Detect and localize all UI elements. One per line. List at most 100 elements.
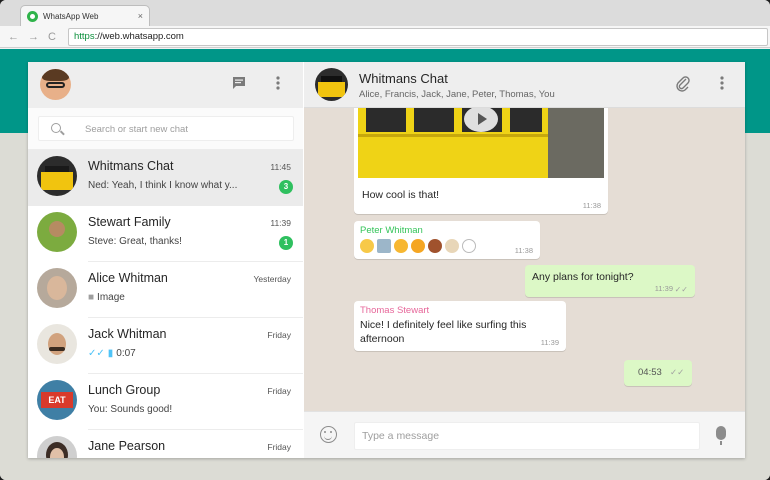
chat-time: Friday bbox=[267, 386, 291, 396]
eat-sign: EAT bbox=[41, 392, 73, 408]
chat-time: Friday bbox=[267, 330, 291, 340]
chat-time: Yesterday bbox=[253, 274, 292, 284]
chat-name: Stewart Family bbox=[88, 215, 171, 229]
conversation-members: Alice, Francis, Jack, Jane, Peter, Thoma… bbox=[359, 89, 555, 100]
chat-name: Lunch Group bbox=[88, 383, 161, 397]
heart-eyes-icon bbox=[394, 239, 408, 253]
chat-item-alice[interactable]: Alice Whitman Yesterday ■ Image bbox=[28, 262, 303, 318]
tab-title: WhatsApp Web bbox=[43, 11, 99, 21]
voice-duration: 04:53 bbox=[638, 367, 662, 378]
chat-preview: Ned: Yeah, I think I know what y... bbox=[88, 180, 238, 191]
close-tab-icon[interactable]: × bbox=[138, 11, 143, 21]
tram-icon bbox=[377, 239, 391, 253]
message-time: 11:39 bbox=[540, 338, 559, 347]
emoji-message[interactable]: Peter Whitman 11:38 bbox=[354, 221, 540, 259]
avatar bbox=[37, 324, 77, 364]
sidebar-header bbox=[28, 62, 303, 108]
browser-tab[interactable]: WhatsApp Web × bbox=[20, 5, 150, 26]
attach-icon[interactable] bbox=[674, 76, 692, 94]
chat-preview: Steve: Great, thanks! bbox=[88, 236, 182, 247]
search-icon bbox=[51, 123, 61, 133]
chat-list: Whitmans Chat 11:45 Ned: Yeah, I think I… bbox=[28, 150, 303, 458]
message-sender: Thomas Stewart bbox=[360, 305, 430, 316]
whatsapp-app: Whitmans Chat 11:45 Ned: Yeah, I think I… bbox=[28, 62, 745, 458]
woman-icon bbox=[428, 239, 442, 253]
relieved-face-icon bbox=[360, 239, 374, 253]
message-text: How cool is that! bbox=[362, 189, 440, 201]
avatar: EAT bbox=[37, 380, 77, 420]
chat-item-jane[interactable]: Jane Pearson Friday bbox=[28, 430, 303, 458]
message-photo[interactable] bbox=[358, 108, 604, 178]
delivered-ticks-icon: ✓✓ bbox=[674, 285, 688, 294]
outgoing-message[interactable]: Any plans for tonight? 11:39 ✓✓ bbox=[525, 265, 695, 297]
reload-icon[interactable]: C bbox=[48, 30, 56, 44]
chat-time: 11:39 bbox=[270, 218, 291, 228]
chat-preview-wrap: ■ Image bbox=[88, 292, 125, 303]
chat-item-lunch-group[interactable]: EAT Lunch Group Friday You: Sounds good! bbox=[28, 374, 303, 430]
microphone-icon[interactable] bbox=[716, 426, 726, 445]
chat-name: Alice Whitman bbox=[88, 271, 168, 285]
menu-icon[interactable] bbox=[269, 76, 287, 94]
sunflower-icon bbox=[411, 239, 425, 253]
browser-window: WhatsApp Web × ← → C https://web.whatsap… bbox=[0, 0, 770, 480]
group-avatar[interactable] bbox=[315, 68, 348, 101]
read-ticks-icon: ✓✓ bbox=[88, 348, 105, 359]
message-text: Nice! I definitely feel like surfing thi… bbox=[360, 319, 527, 331]
photo-message[interactable]: How cool is that! 11:38 bbox=[354, 108, 608, 214]
chat-preview: You: Sounds good! bbox=[88, 404, 173, 415]
search-area bbox=[28, 108, 303, 150]
address-bar: ← → C https://web.whatsapp.com bbox=[0, 26, 770, 48]
unread-badge: 3 bbox=[279, 180, 293, 194]
url-host: ://web.whatsapp.com bbox=[94, 31, 184, 42]
delivered-ticks-icon: ✓✓ bbox=[670, 367, 685, 377]
thought-balloon-icon bbox=[462, 239, 476, 253]
whatsapp-favicon-icon bbox=[27, 10, 38, 22]
chat-time: 11:45 bbox=[270, 162, 291, 172]
chat-preview-wrap: ✓✓ ▮ 0:07 bbox=[88, 348, 136, 359]
emoji-icon[interactable] bbox=[320, 426, 337, 443]
incoming-message[interactable]: Thomas Stewart Nice! I definitely feel l… bbox=[354, 301, 566, 351]
avatar bbox=[37, 156, 77, 196]
message-time: 11:39 bbox=[654, 284, 673, 293]
search-box[interactable] bbox=[38, 116, 294, 141]
camera-icon: ■ bbox=[88, 292, 95, 303]
chat-icon[interactable] bbox=[230, 76, 248, 94]
url-scheme: https bbox=[74, 31, 95, 42]
avatar bbox=[37, 268, 77, 308]
conversation-pane: Whitmans Chat Alice, Francis, Jack, Jane… bbox=[304, 62, 745, 458]
message-time: 11:38 bbox=[514, 246, 533, 255]
chat-name: Jack Whitman bbox=[88, 327, 167, 341]
menu-icon[interactable] bbox=[713, 76, 731, 94]
chat-preview: Image bbox=[97, 292, 125, 303]
search-input[interactable] bbox=[85, 121, 285, 137]
chat-item-stewart-family[interactable]: Stewart Family 11:39 Steve: Great, thank… bbox=[28, 206, 303, 262]
message-input[interactable] bbox=[354, 422, 700, 450]
chat-name: Whitmans Chat bbox=[88, 159, 174, 173]
emoji-row bbox=[360, 239, 479, 253]
microphone-icon: ▮ bbox=[107, 348, 114, 359]
chat-time: Friday bbox=[267, 442, 291, 452]
avatar bbox=[37, 436, 77, 458]
chat-name: Jane Pearson bbox=[88, 439, 166, 453]
chat-item-whitmans[interactable]: Whitmans Chat 11:45 Ned: Yeah, I think I… bbox=[28, 150, 303, 206]
conversation-header: Whitmans Chat Alice, Francis, Jack, Jane… bbox=[304, 62, 745, 108]
chat-item-jack[interactable]: Jack Whitman Friday ✓✓ ▮ 0:07 bbox=[28, 318, 303, 374]
composer bbox=[304, 411, 745, 458]
unread-badge: 1 bbox=[279, 236, 293, 250]
url-field[interactable]: https://web.whatsapp.com bbox=[68, 28, 768, 46]
conversation-title[interactable]: Whitmans Chat bbox=[359, 71, 448, 86]
outgoing-voice-message[interactable]: 04:53 ✓✓ bbox=[624, 360, 692, 386]
message-sender: Peter Whitman bbox=[360, 225, 423, 236]
forward-icon[interactable]: → bbox=[28, 30, 39, 44]
message-area: How cool is that! 11:38 Peter Whitman 11… bbox=[304, 108, 745, 411]
dog-face-icon bbox=[445, 239, 459, 253]
chat-preview: 0:07 bbox=[116, 348, 136, 359]
avatar bbox=[37, 212, 77, 252]
message-text: Any plans for tonight? bbox=[532, 271, 634, 283]
tab-bar: WhatsApp Web × bbox=[0, 0, 770, 26]
sidebar: Whitmans Chat 11:45 Ned: Yeah, I think I… bbox=[28, 62, 303, 458]
message-text-continued: afternoon bbox=[360, 333, 405, 345]
back-icon[interactable]: ← bbox=[8, 30, 19, 44]
profile-avatar[interactable] bbox=[40, 69, 71, 100]
message-time: 11:38 bbox=[582, 201, 601, 210]
